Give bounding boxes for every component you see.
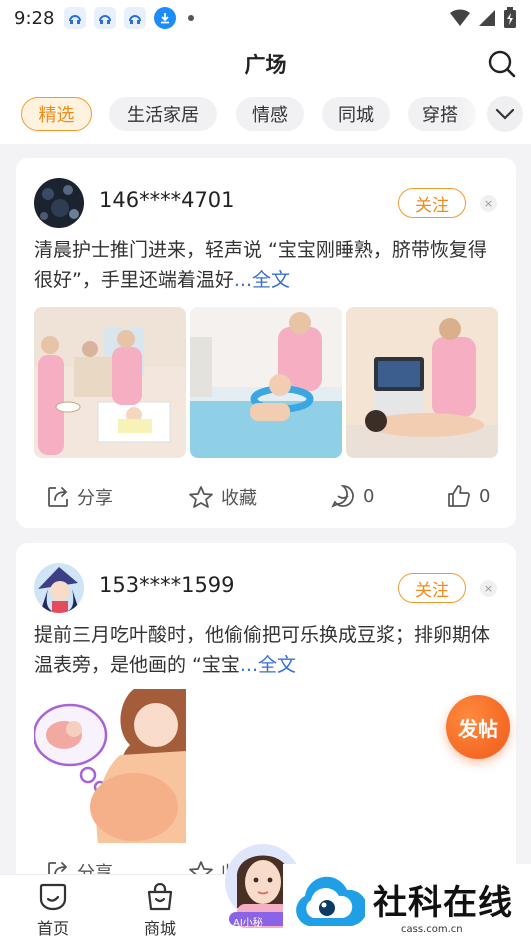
username[interactable]: 153****1599 [99,573,235,597]
username[interactable]: 146****4701 [99,188,235,212]
comment-count: 0 [363,485,375,507]
like-button[interactable]: 0 [446,484,490,508]
tab-label: 穿搭 [422,105,458,126]
post-card[interactable]: 146****4701 关注 × 清晨护士推门进来，轻声说 “宝宝刚睡熟，脐带恢… [16,158,516,528]
notification-app-icon [94,7,117,29]
collect-button[interactable]: 收藏 [188,484,257,510]
page-header: 广场 [0,36,531,92]
tab-home-living[interactable]: 生活家居 [109,97,217,131]
post-image[interactable] [346,307,498,458]
watermark: 社科在线 cass.com.cn [283,864,531,944]
status-time: 9:28 [14,7,55,29]
more-notifications-dot [188,15,195,21]
tab-label: 精选 [38,105,75,126]
close-icon[interactable]: × [480,580,497,597]
battery-icon [504,7,516,28]
search-button[interactable] [487,49,517,79]
comment-button[interactable]: 0 [330,484,374,508]
avatar[interactable] [34,178,84,228]
post-images [34,689,186,843]
thumbs-up-icon [448,485,470,507]
download-icon [154,7,177,29]
post-text[interactable]: 提前三月吃叶酸时，他偷偷把可乐换成豆浆；排卵期体温表旁，是他画的 “宝宝...全… [34,620,500,680]
tab-featured[interactable]: 精选 [21,97,92,131]
create-post-button[interactable]: 发帖 [446,695,510,759]
collect-label: 收藏 [221,488,257,509]
post-image[interactable] [34,689,186,843]
like-count: 0 [479,485,491,507]
tab-label: 情感 [252,105,288,126]
tab-label: 同城 [338,105,374,126]
follow-button[interactable]: 关注 [398,188,466,218]
read-more-link[interactable]: ...全文 [234,269,290,291]
follow-button[interactable]: 关注 [398,573,466,603]
nav-mall-label: 商城 [143,919,176,938]
tab-label: 生活家居 [127,105,199,126]
wifi-icon [450,9,470,26]
search-icon [488,50,516,78]
category-tabs: 精选 生活家居 情感 同城 穿搭 [0,92,531,144]
post-card[interactable]: 153****1599 关注 × 提前三月吃叶酸时，他偷偷把可乐换成豆浆；排卵期… [16,543,516,883]
post-text[interactable]: 清晨护士推门进来，轻声说 “宝宝刚睡熟，脐带恢复得很好”，手里还端着温好...全… [34,235,500,295]
star-icon [189,486,213,508]
watermark-url: cass.com.cn [401,924,463,935]
expand-tabs-button[interactable] [487,96,523,132]
chevron-down-icon [495,108,515,120]
post-images [34,307,498,458]
avatar[interactable] [34,563,84,613]
watermark-title: 社科在线 [373,882,513,923]
shopping-bag-icon [147,883,173,911]
post-actions: 分享 收藏 0 0 [16,480,516,520]
post-image[interactable] [34,307,186,458]
share-icon [48,487,68,507]
tab-emotion[interactable]: 情感 [236,97,304,131]
share-label: 分享 [77,488,113,509]
nav-mall[interactable]: 商城 [130,883,190,939]
ai-badge-label: AI小秘 [233,918,263,929]
read-more-link[interactable]: ...全文 [240,654,296,676]
tab-same-city[interactable]: 同城 [322,97,390,131]
nav-home[interactable]: 首页 [23,883,83,939]
signal-icon [479,10,495,26]
close-icon[interactable]: × [480,195,497,212]
notification-app-icon [64,7,87,29]
page-title: 广场 [244,53,287,77]
post-image[interactable] [190,307,342,458]
nav-home-label: 首页 [36,919,69,938]
share-button[interactable]: 分享 [46,484,113,510]
status-bar: 9:28 [0,0,531,36]
comment-icon [331,485,354,508]
cloud-eye-logo-icon [296,876,365,926]
home-icon [39,883,67,911]
notification-app-icon [124,7,147,29]
